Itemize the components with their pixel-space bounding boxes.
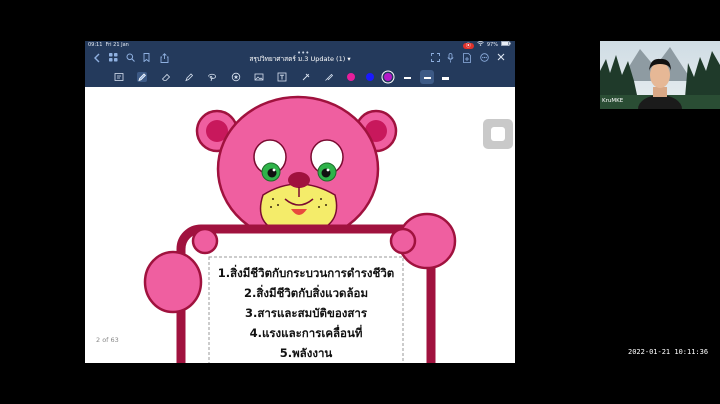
topic-item-1: 1.สิ่งมีชีวิตกับกระบวนการดำรงชีวิต — [217, 266, 395, 280]
image-icon[interactable] — [254, 72, 264, 82]
text-tool-icon[interactable] — [277, 72, 287, 82]
more-options-icon[interactable] — [480, 53, 489, 65]
stroke-width-medium-line — [424, 77, 431, 79]
pointer-icon[interactable] — [301, 72, 311, 82]
stroke-width-thick[interactable] — [442, 77, 449, 80]
eraser-icon[interactable] — [161, 72, 171, 82]
topic-item-5: 5.พลังงาน — [279, 346, 333, 360]
lasso-select-icon[interactable] — [324, 72, 334, 82]
webcam-overlay: KruMKE — [600, 41, 720, 109]
screen-record-badge[interactable]: ⦿ — [462, 42, 474, 49]
battery-icon — [501, 41, 511, 50]
topic-list: 1.สิ่งมีชีวิตกับกระบวนการดำรงชีวิต 2.สิ่… — [211, 263, 401, 363]
status-time: 09:11 — [88, 42, 103, 48]
reading-mode-icon[interactable] — [114, 72, 124, 82]
pen-color-purple[interactable] — [384, 73, 392, 81]
topic-item-4: 4.แรงและการเคลื่อนที่ — [249, 326, 363, 340]
wifi-icon — [477, 41, 484, 50]
pen-color-blue[interactable] — [366, 73, 374, 81]
annotation-toolbar — [85, 67, 515, 87]
mic-icon[interactable] — [447, 53, 454, 66]
lasso-icon[interactable] — [207, 72, 217, 82]
more-dots-icon[interactable]: ••• — [297, 48, 309, 58]
recording-timestamp: 2022-01-21 10:11:36 — [628, 348, 709, 356]
pen-color-pink[interactable] — [347, 73, 355, 81]
shapes-icon[interactable] — [231, 72, 241, 82]
highlighter-icon[interactable] — [184, 72, 194, 82]
scroll-handle[interactable] — [483, 119, 513, 149]
pen-tool-icon[interactable] — [137, 72, 147, 82]
webcam-name: KruMKE — [602, 98, 624, 104]
page-counter: 2 of 63 — [96, 336, 119, 344]
topic-item-3: 3.สารและสมบัติของสาร — [244, 306, 368, 320]
stroke-width-thin[interactable] — [404, 77, 411, 79]
battery-percent: 97% — [486, 42, 498, 48]
status-date: Fri 21 Jan — [105, 42, 129, 48]
title-dropdown-icon: ▾ — [347, 55, 351, 63]
add-page-icon[interactable] — [463, 53, 471, 66]
scan-icon[interactable] — [431, 53, 440, 65]
nav-bar: สรุปวิทยาศาสตร์ ม.3 Update (1) ▾ ••• — [85, 48, 515, 67]
topic-item-2: 2.สิ่งมีชีวิตกับสิ่งแวดล้อม — [243, 286, 369, 300]
document-page[interactable]: 1.สิ่งมีชีวิตกับกระบวนการดำรงชีวิต 2.สิ่… — [85, 87, 515, 363]
ipad-screen: 09:11 Fri 21 Jan ⦿ 97% สรุปวิทยาศาสตร์ ม… — [85, 41, 515, 363]
close-icon[interactable] — [497, 53, 505, 64]
scroll-handle-inner — [491, 127, 505, 141]
